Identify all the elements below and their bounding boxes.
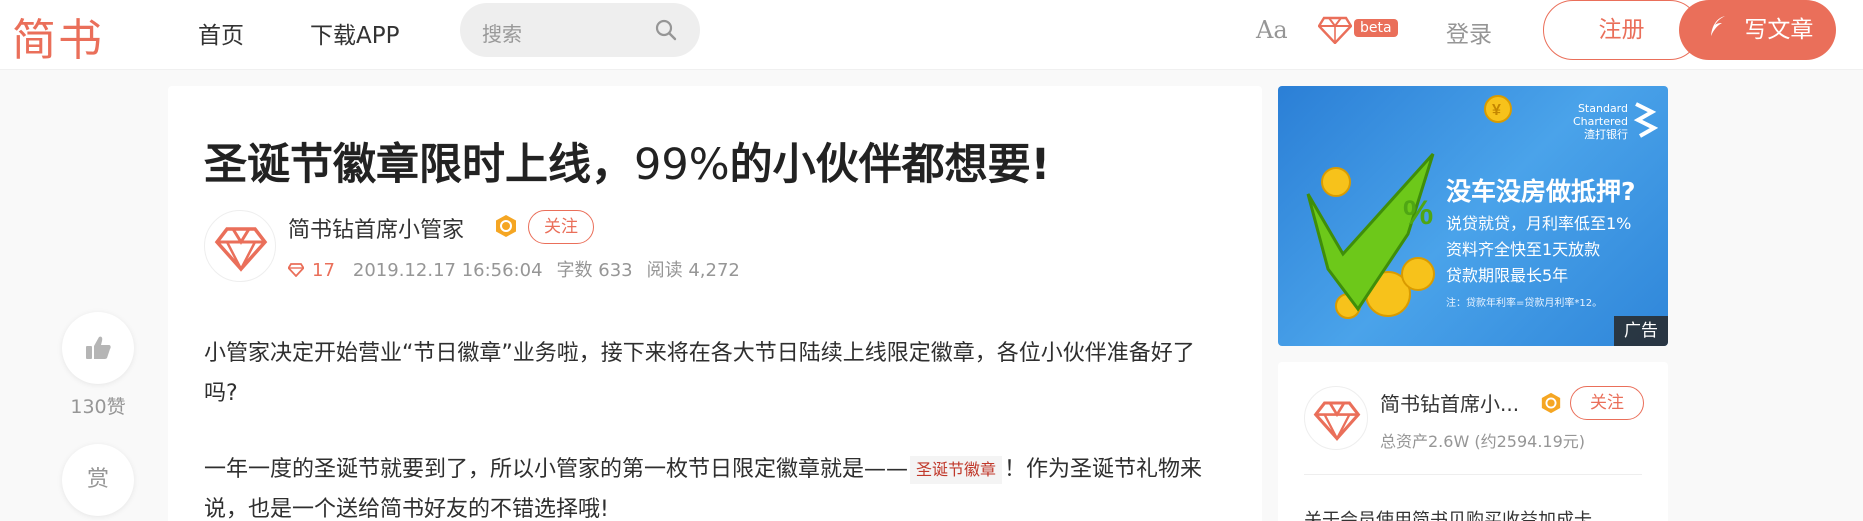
article-paragraph-1: 小管家决定开始营业“节日徽章”业务啦，接下来将在各大节日陆续上线限定徽章，各位小…: [204, 341, 1195, 406]
diamond-avatar-icon: [1313, 401, 1361, 441]
author-sidebar-card: 简书钻首席小... 关注 总资产2.6W (约2594.19元) 关于会员使用简…: [1278, 362, 1668, 521]
nav-home-link[interactable]: 首页: [198, 16, 244, 50]
font-size-toggle[interactable]: Aa: [1256, 16, 1288, 44]
author-total-assets: 总资产2.6W (约2594.19元): [1380, 432, 1586, 451]
word-count: 字数 633: [556, 260, 633, 281]
nav-download-app-link[interactable]: 下载APP: [310, 16, 399, 50]
search-input[interactable]: 搜索: [482, 18, 522, 47]
beta-badge: beta: [1354, 19, 1398, 37]
ad-footnote: 注：贷款年利率=贷款月利率*12。: [1446, 298, 1603, 309]
follow-author-button[interactable]: 关注: [528, 210, 594, 244]
svg-text:%: %: [1403, 194, 1433, 232]
divider: [1304, 474, 1642, 475]
ad-line-1: 说贷就贷，月利率低至1%: [1446, 214, 1632, 233]
ad-brand-line-2: Chartered: [1572, 115, 1628, 128]
ad-brand-line-3: 渣打银行: [1584, 128, 1628, 141]
paragraph-2-text-before: 一年一度的圣诞节就要到了，所以小管家的第一枚节日限定徽章就是——: [204, 457, 909, 482]
diamond-beta-link[interactable]: beta: [1318, 16, 1398, 46]
register-button[interactable]: 注册: [1543, 0, 1700, 60]
related-article-link[interactable]: 关于会员使用简书贝购买收益加成卡: [1304, 506, 1592, 521]
author-card-level-badge-icon: [1541, 392, 1561, 414]
author-level-badge-icon: [496, 215, 516, 237]
search-box[interactable]: 搜索: [460, 3, 700, 57]
author-card-avatar[interactable]: [1304, 386, 1368, 450]
feather-icon: [1711, 16, 1725, 36]
write-article-button[interactable]: 写文章: [1679, 0, 1836, 60]
thumbs-up-icon: [86, 336, 111, 359]
write-article-label: 写文章: [1744, 17, 1814, 43]
ad-headline: 没车没房做抵押?: [1446, 177, 1636, 206]
title-text-1: 圣诞节徽章限时上线，: [204, 140, 634, 190]
ad-line-3: 贷款期限最长5年: [1446, 266, 1569, 285]
search-icon[interactable]: [654, 18, 678, 42]
author-avatar[interactable]: [204, 210, 276, 282]
author-name[interactable]: 简书钻首席小管家: [288, 212, 464, 244]
ad-brand-line-1: Standard: [1577, 102, 1628, 115]
article-card: 圣诞节徽章限时上线，99%的小伙伴都想要! 简书钻首席小管家 关注 17 2019…: [168, 86, 1262, 521]
ad-banner[interactable]: % ¥ Standard Chartered 渣打银行 没车没房做抵押? 说贷就…: [1278, 86, 1668, 346]
coin-icon: ¥: [1484, 95, 1512, 123]
read-count: 阅读 4,272: [646, 260, 740, 281]
ad-brand-text: Standard Chartered 渣打银行: [1573, 102, 1628, 141]
standard-chartered-logo-icon: [1633, 102, 1658, 138]
article-paragraph-2: 一年一度的圣诞节就要到了，所以小管家的第一枚节日限定徽章就是—— 圣诞节徽章 ！作为…: [204, 450, 1224, 521]
diamond-count: 17: [312, 260, 335, 281]
publish-date: 2019.12.17 16:56:04: [352, 260, 543, 281]
title-number: 99%: [634, 140, 730, 190]
ad-line-2: 资料齐全快至1天放款: [1446, 240, 1601, 259]
diamond-icon: [1318, 16, 1352, 44]
author-card-name[interactable]: 简书钻首席小...: [1380, 388, 1519, 417]
christmas-badge-image: 圣诞节徽章: [910, 456, 1003, 484]
article-meta: 17 2019.12.17 16:56:04 字数 633 阅读 4,272: [287, 256, 754, 282]
diamond-small-icon: [287, 263, 305, 278]
like-button[interactable]: [62, 312, 134, 384]
author-card-follow-button[interactable]: 关注: [1570, 386, 1644, 420]
title-text-2: 的小伙伴都想要!: [729, 140, 1051, 190]
green-check-coins-image: %: [1306, 152, 1435, 319]
reward-button[interactable]: 赏: [62, 444, 134, 516]
login-link[interactable]: 登录: [1446, 15, 1492, 49]
article-title: 圣诞节徽章限时上线，99%的小伙伴都想要!: [204, 130, 1050, 192]
like-count: 130赞: [70, 396, 126, 418]
jianshu-logo[interactable]: 简书: [12, 4, 104, 68]
top-header: 简书 首页 下载APP 搜索 Aa beta 登录 注册 写文章: [0, 0, 1863, 70]
svg-text:¥: ¥: [1492, 102, 1501, 119]
ad-label: 广告: [1614, 316, 1668, 346]
diamond-avatar-icon: [214, 227, 268, 272]
